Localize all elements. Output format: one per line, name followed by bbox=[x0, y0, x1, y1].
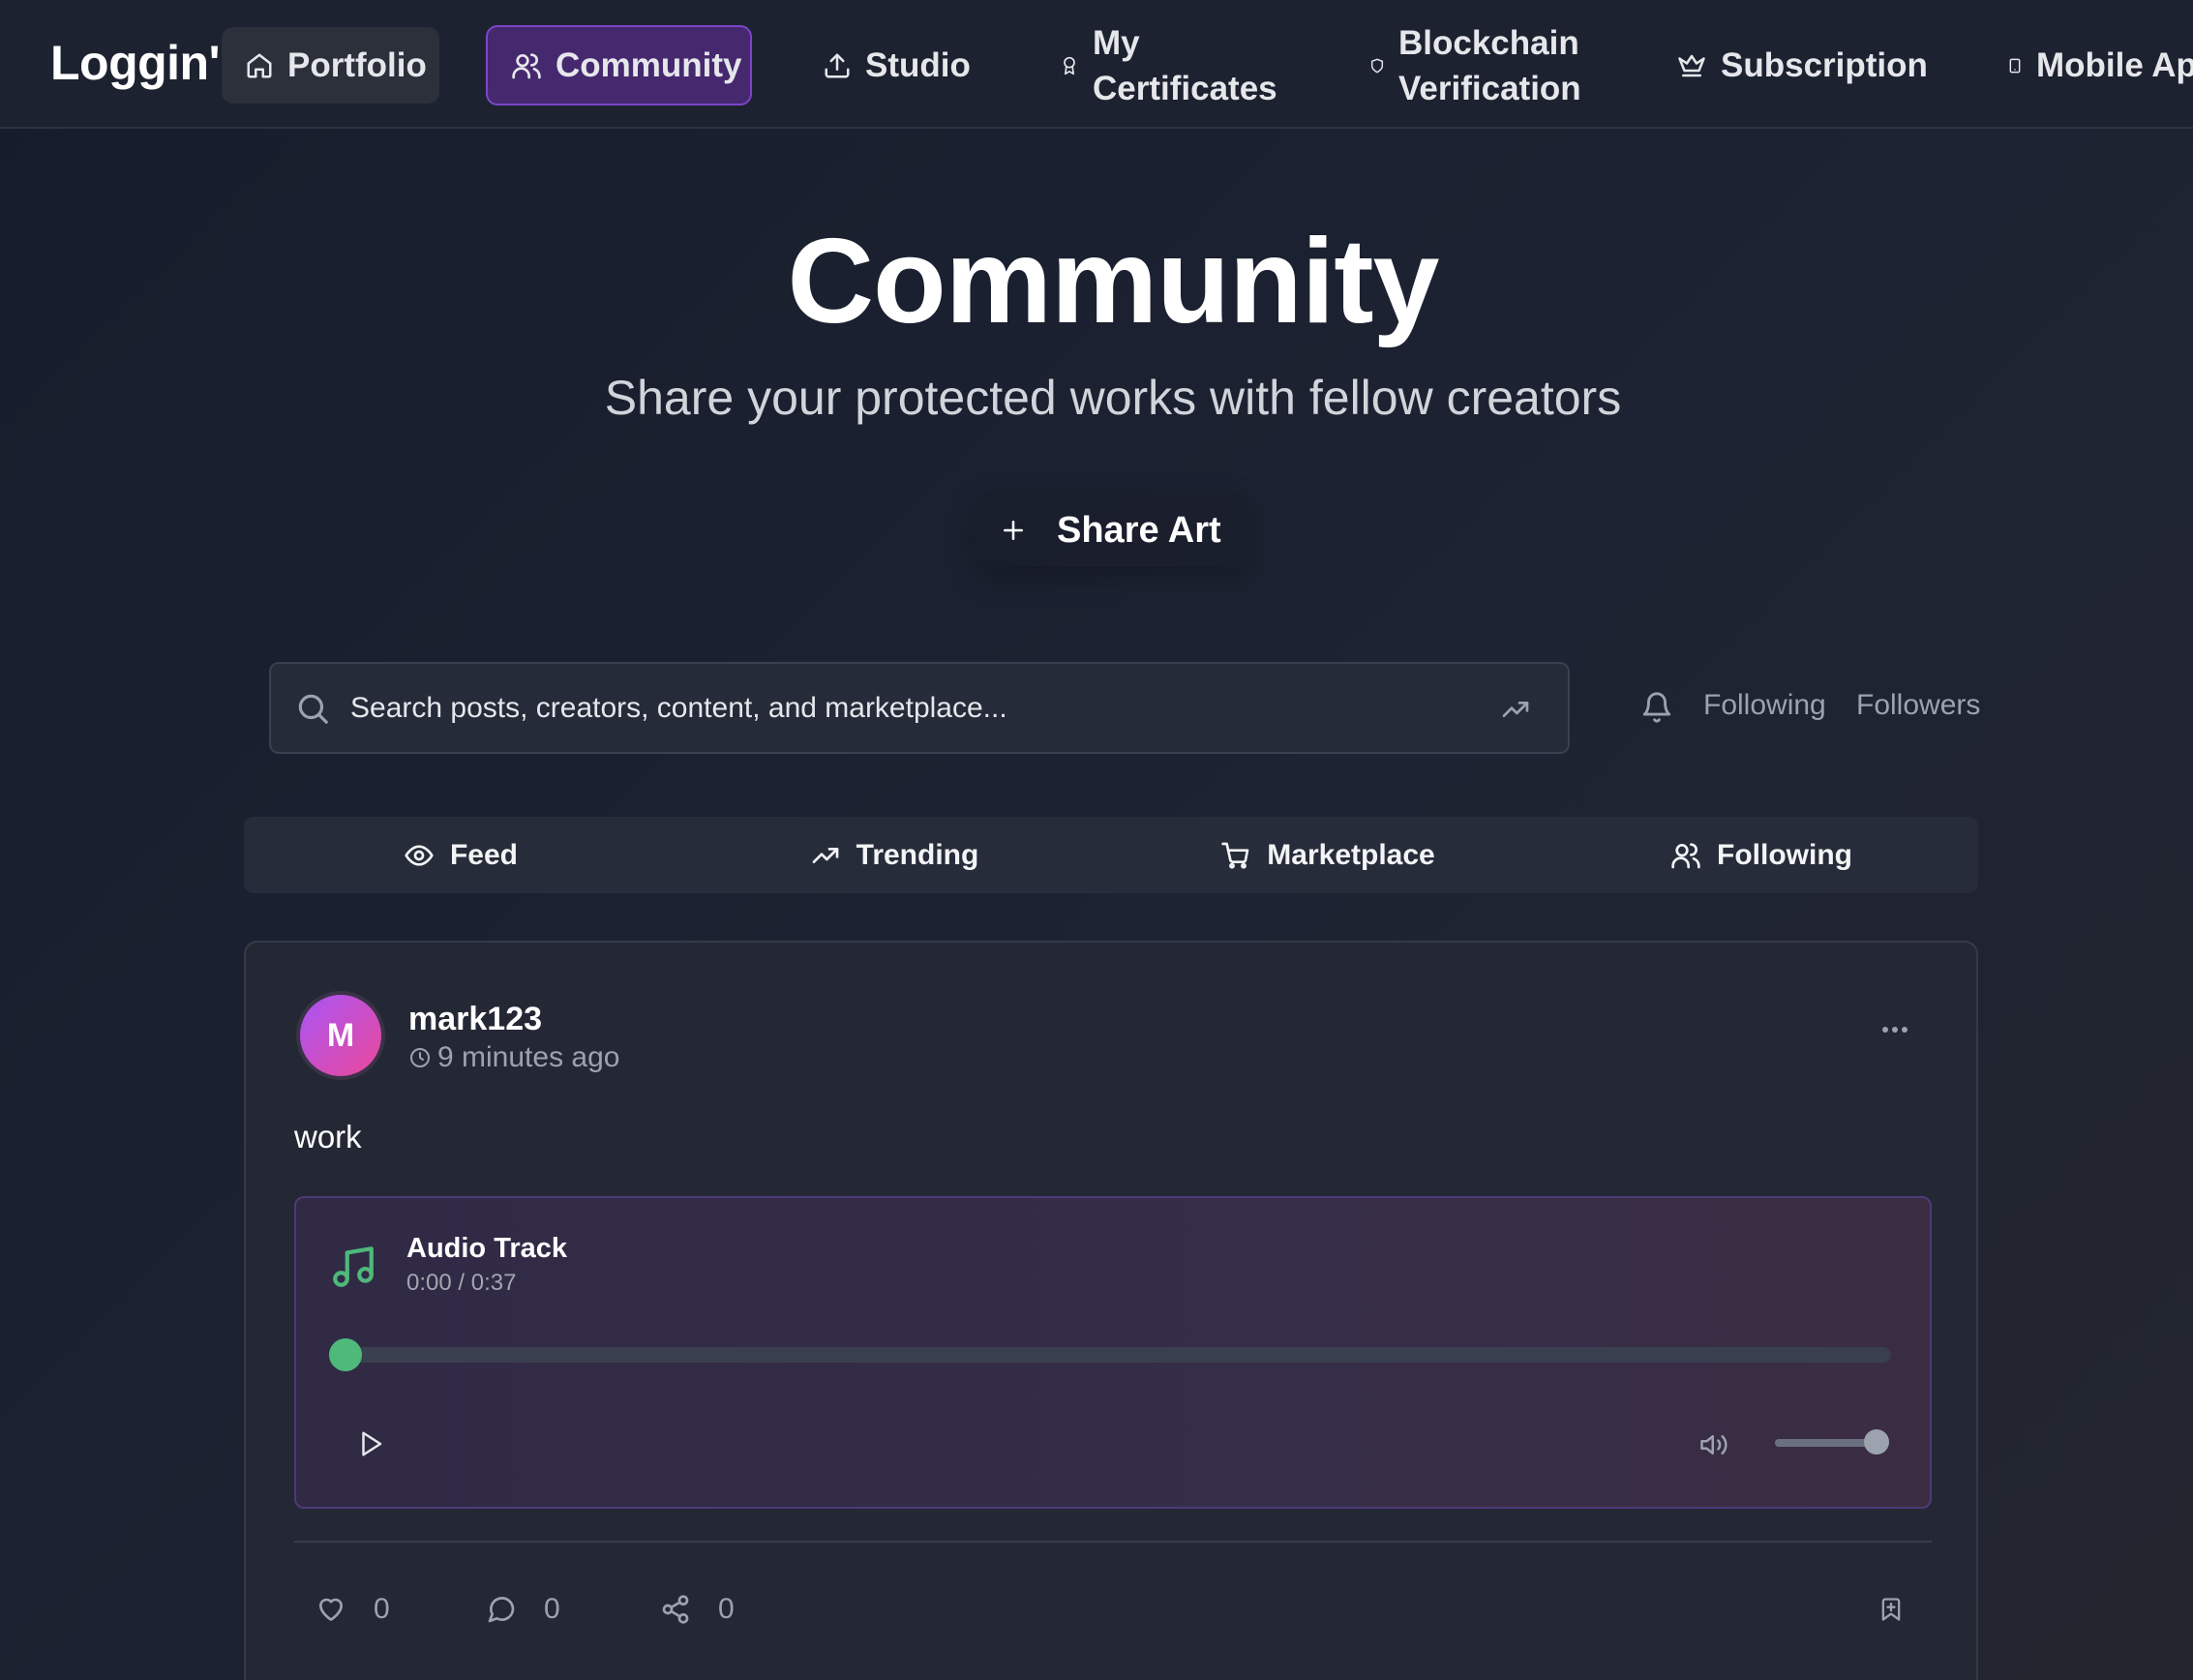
post-card: M mark123 9 minutes ago work Audio Track… bbox=[244, 941, 1978, 1680]
heart-icon bbox=[319, 1598, 343, 1621]
users-icon bbox=[1671, 842, 1700, 868]
audio-progress-thumb[interactable] bbox=[329, 1338, 362, 1371]
comment-icon bbox=[488, 1597, 515, 1623]
audio-progress-bar[interactable] bbox=[329, 1338, 1891, 1371]
crown-icon bbox=[1678, 54, 1705, 76]
audio-player: Audio Track 0:00 / 0:37 bbox=[294, 1196, 1932, 1509]
volume-slider[interactable] bbox=[1775, 1429, 1889, 1455]
plus-icon bbox=[1004, 521, 1023, 540]
share-button[interactable]: 0 bbox=[660, 1593, 735, 1626]
eye-icon bbox=[405, 844, 434, 866]
post-username[interactable]: mark123 bbox=[408, 1001, 542, 1038]
clock-icon bbox=[410, 1048, 430, 1067]
audio-track-time: 0:00 / 0:37 bbox=[406, 1270, 517, 1296]
nav-item-label: Mobile App bbox=[2036, 46, 2193, 85]
bell-icon[interactable] bbox=[1640, 691, 1673, 724]
page-subtitle: Share your protected works with fellow c… bbox=[604, 371, 1622, 425]
page-title: Community bbox=[787, 215, 1440, 348]
nav-item-label: Subscription bbox=[1721, 45, 1928, 84]
search-bar bbox=[269, 662, 1570, 754]
users-icon bbox=[512, 52, 541, 78]
more-options-icon[interactable] bbox=[1881, 1026, 1908, 1034]
tab-label: Following bbox=[1717, 838, 1852, 871]
post-time-ago: 9 minutes ago bbox=[437, 1041, 620, 1073]
nav-item-mobile-app[interactable]: Mobile App bbox=[2007, 17, 2193, 114]
tab-label: Marketplace bbox=[1267, 838, 1435, 871]
nav-item-label: Community bbox=[556, 45, 742, 84]
like-button[interactable]: 0 bbox=[315, 1593, 390, 1626]
tab-label: Feed bbox=[449, 838, 519, 871]
nav-item-portfolio[interactable]: Portfolio bbox=[222, 27, 439, 104]
nav-item-label: Portfolio bbox=[287, 45, 427, 84]
tab-feed[interactable]: Feed bbox=[244, 817, 677, 893]
share-art-button[interactable]: Share Art bbox=[977, 494, 1248, 567]
search-input[interactable] bbox=[350, 691, 1473, 725]
trending-up-icon[interactable] bbox=[1500, 694, 1531, 725]
logo[interactable]: Loggin' bbox=[50, 35, 221, 91]
nav-item-community[interactable]: Community bbox=[486, 25, 752, 105]
post-text: work bbox=[294, 1119, 362, 1155]
tab-trending[interactable]: Trending bbox=[677, 817, 1111, 893]
smartphone-icon bbox=[2009, 58, 2021, 74]
feed-tabs: Feed Trending Marketplace Following bbox=[244, 817, 1978, 893]
comment-count: 0 bbox=[544, 1593, 560, 1625]
share-count: 0 bbox=[718, 1593, 735, 1625]
audio-track-title: Audio Track bbox=[406, 1233, 567, 1264]
award-icon bbox=[1064, 56, 1075, 75]
nav-item-subscription[interactable]: Subscription bbox=[1676, 33, 1928, 98]
post-divider bbox=[294, 1541, 1932, 1543]
shopping-cart-icon bbox=[1221, 842, 1249, 869]
music-note-icon bbox=[333, 1246, 374, 1287]
volume-thumb[interactable] bbox=[1864, 1429, 1889, 1455]
bookmark-icon[interactable] bbox=[1878, 1595, 1905, 1624]
post-timestamp: 9 minutes ago bbox=[408, 1041, 619, 1074]
search-icon bbox=[298, 694, 328, 724]
following-link[interactable]: Following bbox=[1703, 689, 1826, 722]
avatar[interactable]: M bbox=[296, 991, 385, 1080]
tab-following[interactable]: Following bbox=[1545, 817, 1978, 893]
tab-label: Trending bbox=[856, 838, 979, 871]
nav-item-studio[interactable]: Studio bbox=[823, 33, 971, 98]
nav-item-my-certificates[interactable]: My Certificates bbox=[1060, 17, 1286, 114]
like-count: 0 bbox=[374, 1593, 390, 1625]
share-icon bbox=[662, 1595, 689, 1624]
play-icon[interactable] bbox=[356, 1428, 385, 1459]
nav-item-label: My Certificates bbox=[1093, 23, 1277, 107]
trending-up-icon bbox=[812, 847, 838, 863]
top-nav: Loggin' Portfolio Community Studio My Ce… bbox=[0, 0, 2193, 129]
nav-item-blockchain-verification[interactable]: Blockchain Verification bbox=[1369, 17, 1592, 114]
nav-item-label: Studio bbox=[865, 45, 971, 84]
followers-link[interactable]: Followers bbox=[1856, 689, 1980, 722]
tab-marketplace[interactable]: Marketplace bbox=[1111, 817, 1545, 893]
nav-item-label: Blockchain Verification bbox=[1398, 23, 1581, 107]
share-art-label: Share Art bbox=[1057, 509, 1221, 551]
upload-icon bbox=[825, 53, 850, 77]
shield-icon bbox=[1370, 58, 1384, 74]
comment-button[interactable]: 0 bbox=[486, 1593, 560, 1626]
home-icon bbox=[247, 53, 272, 77]
volume-icon[interactable] bbox=[1697, 1430, 1730, 1459]
